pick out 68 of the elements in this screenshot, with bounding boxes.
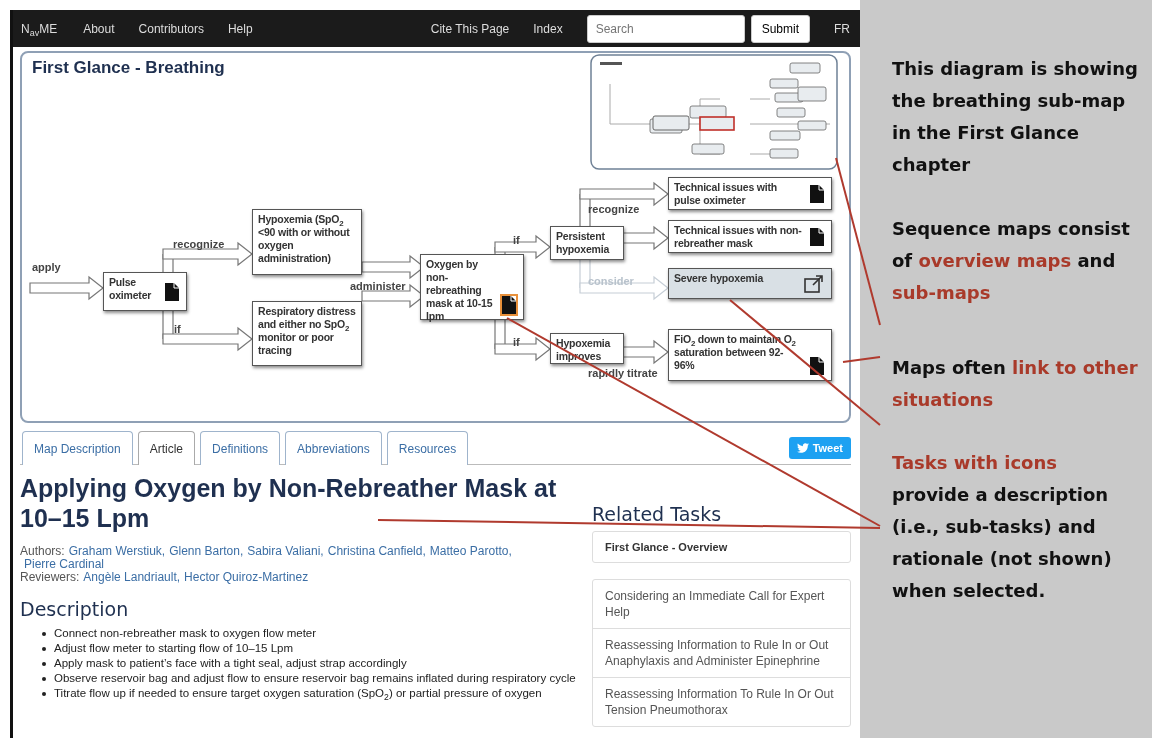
bullet-text: Titrate flow up if needed to ensure target oxygen saturation (SpO$_{2}$) or partial pressure of oxygen — [54, 686, 542, 701]
bullet-text: Apply mask to patient’s face with a tight seal, adjust strap accordingly — [54, 656, 407, 671]
edge-label: if — [513, 336, 520, 348]
authors-label: Authors: — [20, 544, 65, 558]
bullet-text: Observe reservoir bag and adjust flow to ensure reservoir bag remains inflated during respiratory cycle — [54, 671, 576, 686]
author-link[interactable]: Christina Canfield, — [327, 545, 426, 558]
language-link[interactable]: FR — [834, 21, 850, 36]
map-node[interactable]: Respiratory distress and either no SpO$_{2}$ monitor or poor tracing — [252, 301, 362, 366]
submit-button[interactable]: Submit — [750, 14, 810, 43]
map-node[interactable]: Pulse oximeter — [103, 272, 187, 311]
bullet-icon — [42, 647, 46, 651]
map-node[interactable]: Oxygen by non-rebreathing mask at 10-15 lpm — [420, 254, 524, 320]
related-tasks-heading: Related Tasks — [592, 503, 723, 525]
edge-label: if — [174, 323, 181, 335]
search-field[interactable]: Search — [586, 14, 745, 43]
author-link[interactable]: Sabira Valiani, — [247, 545, 324, 558]
map-title: First Glance - Breathing — [32, 58, 225, 78]
bullet-icon — [42, 677, 46, 681]
author-link[interactable]: Matteo Parotto, — [429, 545, 512, 558]
edge-label: administer — [350, 280, 406, 292]
bullet-icon — [42, 662, 46, 666]
bullet-text: Adjust flow meter to starting flow of 10–15 Lpm — [54, 641, 294, 656]
bullet-icon — [42, 692, 46, 696]
nav-link[interactable]: Cite This Page — [430, 21, 510, 36]
external-link-icon[interactable] — [802, 272, 826, 295]
map-node[interactable]: Severe hypoxemia — [668, 268, 832, 299]
bullet-text: Connect non-rebreather mask to oxygen flow meter — [54, 626, 317, 641]
edge-label: consider — [588, 275, 634, 287]
nav-link[interactable]: About — [83, 21, 115, 36]
annotation-text: Maps often link to other situations — [892, 356, 1139, 412]
related-task-card[interactable]: First Glance - Overview — [592, 531, 851, 563]
map-node[interactable]: Persistent hypoxemia — [550, 226, 624, 260]
map-node[interactable]: Hypoxemia (SpO$_{2}$ <90 with or without oxygen administration) — [252, 209, 362, 275]
author-link[interactable]: Pierre Cardinal — [24, 558, 105, 571]
tab[interactable]: Map Description — [22, 431, 133, 465]
related-task-item[interactable]: Reassessing Information To Rule In Or Out Tension Pneumothorax — [593, 677, 850, 726]
author-link[interactable]: Graham Werstiuk, — [68, 545, 166, 558]
edge-label: if — [513, 234, 520, 246]
bullet-icon — [42, 632, 46, 636]
annotation-text: Sequence maps consist of overview maps and sub-maps — [892, 217, 1131, 305]
reviewer-link[interactable]: Hector Quiroz-Martinez — [184, 571, 309, 584]
nav-link[interactable]: Help — [227, 21, 253, 36]
related-task-item[interactable]: Considering an Immediate Call for Expert Help — [593, 580, 850, 628]
tab[interactable]: Resources — [386, 431, 469, 465]
annotation-text: Tasks with icons provide a description (i.e., sub-tasks) and rationale (not shown) when selected. — [892, 451, 1113, 603]
document-icon[interactable] — [163, 280, 181, 303]
author-link[interactable]: Glenn Barton, — [169, 545, 244, 558]
nav-link[interactable]: Index — [533, 21, 563, 36]
site-logo[interactable]: N$_{av}$ME — [21, 21, 58, 36]
map-node[interactable]: Technical issues with non-rebreather mask — [668, 220, 832, 253]
article-title: Applying Oxygen by Non-Rebreather Mask at 10–15 Lpm — [20, 473, 558, 533]
annotation-text: This diagram is showing the breathing sub-map in the First Glance chapter — [892, 57, 1139, 177]
tab[interactable]: Article — [137, 431, 196, 465]
tab[interactable]: Abbreviations — [285, 431, 382, 465]
bird-icon — [796, 442, 809, 454]
nav-link[interactable]: Contributors — [138, 21, 204, 36]
document-icon[interactable] — [808, 225, 826, 248]
reviewers-label: Reviewers: — [20, 570, 80, 584]
tab[interactable]: Definitions — [200, 431, 281, 465]
document-icon[interactable] — [808, 182, 826, 205]
related-task-item[interactable]: Reassessing Information to Rule In or Out Anaphylaxis and Administer Epinephrine — [593, 628, 850, 677]
edge-label: recognize — [173, 238, 225, 250]
edge-label: recognize — [588, 203, 640, 215]
reviewer-link[interactable]: Angèle Landriault, — [83, 571, 181, 584]
document-icon[interactable] — [500, 294, 518, 316]
edge-label: apply — [32, 261, 61, 273]
section-heading: Description — [20, 598, 130, 620]
map-node[interactable]: Technical issues with pulse oximeter — [668, 177, 832, 210]
